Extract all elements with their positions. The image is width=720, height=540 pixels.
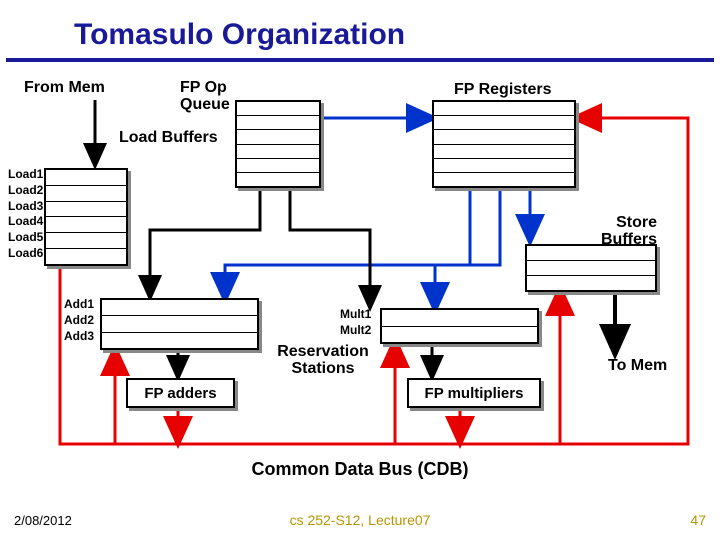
- fp-adders-text: FP adders: [144, 385, 216, 402]
- slide-title: Tomasulo Organization: [74, 18, 405, 52]
- load-row-6: Load6: [8, 247, 43, 260]
- load-row-5: Load5: [8, 231, 43, 244]
- cdb-label: Common Data Bus (CDB): [0, 460, 720, 479]
- load-row-1: Load1: [8, 168, 43, 181]
- title-underline: [6, 58, 714, 62]
- footer-center: cs 252-S12, Lecture07: [0, 512, 720, 528]
- load-row-2: Load2: [8, 184, 43, 197]
- load-buffers: [44, 168, 128, 266]
- load-row-4: Load4: [8, 215, 43, 228]
- fp-op-label-2: Queue: [180, 96, 230, 113]
- mult-rs-1: Mult1: [340, 308, 371, 321]
- add-rs: [100, 298, 259, 350]
- fp-registers: [432, 100, 576, 188]
- from-mem-label: From Mem: [24, 80, 105, 97]
- mult-rs-2: Mult2: [340, 324, 371, 337]
- add-rs-1: Add1: [64, 298, 94, 311]
- load-buffers-label: Load Buffers: [119, 130, 218, 147]
- fp-op-label-1: FP Op: [180, 79, 227, 96]
- fp-multipliers-unit: FP multipliers: [407, 378, 541, 408]
- store-buffers-label-1: Store: [616, 214, 657, 231]
- reservation-label-1: Reservation: [277, 343, 369, 360]
- to-mem-label: To Mem: [608, 358, 667, 375]
- add-rs-3: Add3: [64, 330, 94, 343]
- fp-multipliers-text: FP multipliers: [425, 385, 524, 402]
- fp-adders-unit: FP adders: [126, 378, 235, 408]
- fp-registers-label: FP Registers: [454, 82, 552, 99]
- load-row-3: Load3: [8, 200, 43, 213]
- mult-rs: [380, 308, 539, 344]
- store-buffers: [525, 244, 657, 292]
- fp-op-queue: [235, 100, 321, 188]
- add-rs-2: Add2: [64, 314, 94, 327]
- footer-page: 47: [690, 512, 706, 528]
- reservation-label-2: Stations: [291, 360, 354, 377]
